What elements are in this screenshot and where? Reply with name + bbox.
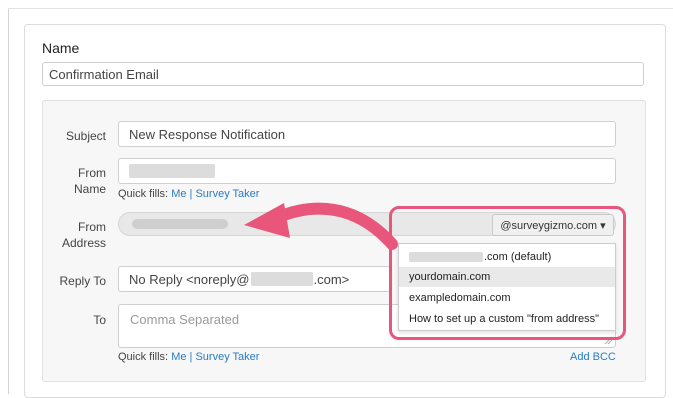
to-label: To (93, 313, 106, 327)
redacted-reply-domain (250, 272, 313, 286)
from-name-quick-fills: Quick fills: Me | Survey Taker (118, 188, 259, 200)
name-label: Name (42, 40, 80, 56)
reply-to-suffix: .com> (313, 271, 350, 287)
from-name-label-line2: Name (73, 182, 106, 196)
to-quick-fill-me-link[interactable]: Me (171, 351, 186, 363)
from-name-input[interactable] (118, 158, 616, 184)
to-quick-fills: Quick fills: Me | Survey Taker (118, 351, 259, 363)
page-left-border (8, 8, 9, 394)
from-address-label-line2: Address (61, 236, 106, 250)
highlight-frame (389, 206, 626, 340)
add-bcc-link[interactable]: Add BCC (570, 351, 616, 363)
to-quick-fill-separator: | (189, 351, 193, 363)
subject-input[interactable]: New Response Notification (118, 121, 616, 147)
blurred-address (132, 219, 228, 229)
to-quick-fills-label: Quick fills: (118, 351, 169, 363)
quick-fills-label: Quick fills: (118, 188, 169, 200)
subject-value: New Response Notification (129, 126, 286, 142)
from-address-label: From Address (46, 219, 106, 251)
reply-to-input[interactable]: No Reply <noreply@ .com> (118, 266, 390, 292)
from-address-label-line1: From (78, 220, 106, 234)
quick-fill-me-link[interactable]: Me (171, 188, 186, 200)
page-top-border (8, 8, 673, 9)
from-name-label-line1: From (78, 166, 106, 180)
to-placeholder: Comma Separated (130, 312, 240, 327)
to-quick-fill-survey-taker-link[interactable]: Survey Taker (195, 351, 259, 363)
redacted-name (129, 164, 215, 178)
reply-to-prefix: No Reply <noreply@ (129, 271, 250, 287)
reply-to-label: Reply To (59, 274, 106, 288)
name-input-value: Confirmation Email (49, 66, 159, 82)
quick-fill-separator: | (189, 188, 193, 200)
from-name-label: From Name (46, 165, 106, 197)
quick-fill-survey-taker-link[interactable]: Survey Taker (195, 188, 259, 200)
subject-label: Subject (65, 129, 106, 143)
name-input[interactable]: Confirmation Email (42, 62, 644, 86)
